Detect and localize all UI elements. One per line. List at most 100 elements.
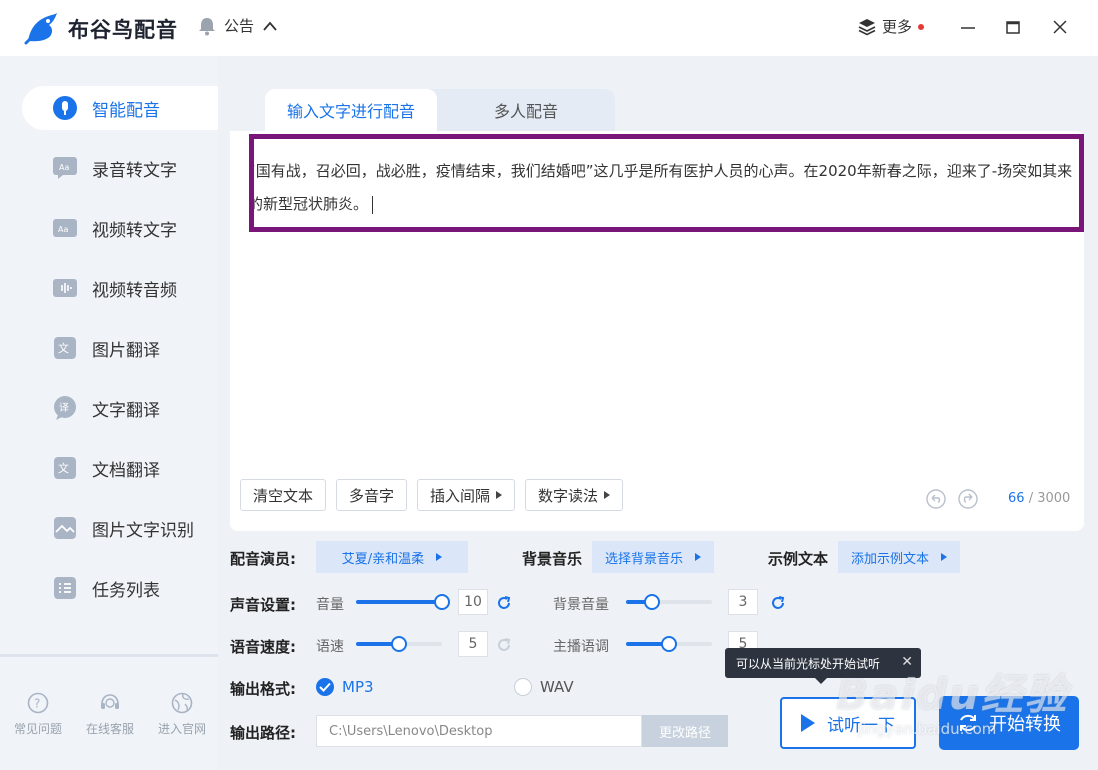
sidebar-item-label: 图片文字识别 [92,520,194,541]
svg-text:文: 文 [58,461,69,475]
play-icon [801,714,815,732]
caret-right-icon [941,553,947,561]
app-logo-icon [24,13,57,45]
text-editor[interactable]: “国有战，召必回，战必胜，疫情结束，我们结婚吧”这几乎是所有医护人员的心声。在2… [230,131,1084,531]
sidebar-item-task-list[interactable]: 任务列表 [22,566,218,610]
sidebar-item-video-to-text[interactable]: Aa 视频转文字 [22,206,218,250]
sidebar-item-image-translate[interactable]: 文 图片翻译 [22,326,218,370]
number-reading-button[interactable]: 数字读法 [525,479,624,511]
reset-volume-icon[interactable] [496,595,512,611]
smart-dub-icon [52,96,78,120]
speed-slider[interactable] [356,636,442,652]
minimize-icon [961,27,975,29]
doc-translate-icon: 文 [52,456,78,480]
more-label: 更多 [882,18,913,36]
sidebar-item-label: 视频转音频 [92,280,177,301]
pitch-slider[interactable] [626,636,712,652]
maximize-button[interactable] [1000,14,1026,40]
close-button[interactable] [1047,14,1073,40]
bg-volume-slider[interactable] [626,594,712,610]
polyphone-label: 多音字 [349,486,395,505]
format-wav-radio[interactable]: WAV [514,678,574,696]
sidebar-item-smart-dub[interactable]: 智能配音 [22,86,220,130]
task-list-icon [52,576,78,600]
website-icon [171,692,193,714]
svg-text:译: 译 [59,402,69,414]
sidebar-item-label: 图片翻译 [92,340,160,361]
sidebar-item-audio-to-text[interactable]: Aa 录音转文字 [22,146,218,190]
speed-value[interactable]: 5 [458,631,488,657]
output-path-input[interactable]: C:\Users\Lenovo\Desktop [316,715,642,747]
sidebar-item-video-to-audio[interactable]: 视频转音频 [22,266,218,310]
chevron-up-icon [263,21,277,31]
faq-icon: ? [27,692,49,714]
sample-text-value: 添加示例文本 [850,551,929,567]
volume-label: 音量 [316,597,344,613]
format-mp3-radio[interactable]: MP3 [316,678,374,696]
speed-sub-label: 语速 [316,639,344,655]
notification-dot [918,23,925,30]
sidebar-item-label: 智能配音 [92,100,160,121]
caret-right-icon [436,553,443,561]
sidebar: 智能配音 Aa 录音转文字 Aa 视频转文字 视频转音频 文 图片翻译 译 文字… [0,56,220,770]
bgm-select[interactable]: 选择背景音乐 [592,541,714,573]
customer-service-button[interactable]: 在线客服 [78,692,142,737]
slider-knob[interactable] [643,594,660,610]
website-label: 进入官网 [157,722,206,736]
insert-pause-label: 插入间隔 [430,486,491,505]
change-path-button[interactable]: 更改路径 [642,715,728,747]
try-listen-button[interactable]: 试听一下 [780,697,916,749]
speed-label: 语音速度: [230,638,296,656]
slider-knob[interactable] [434,594,450,610]
clear-text-button[interactable]: 清空文本 [240,479,327,511]
tooltip-close-icon[interactable]: ✕ [901,654,913,670]
volume-slider[interactable] [356,594,450,610]
more-button[interactable]: 更多 [858,16,925,37]
svg-text:文: 文 [58,341,69,355]
voice-actor-value: 艾夏/亲和温柔 [341,551,425,567]
format-label: 输出格式: [230,680,296,698]
slider-knob[interactable] [391,636,407,652]
sidebar-item-doc-translate[interactable]: 文 文档翻译 [22,446,218,490]
ocr-icon [52,516,78,540]
notice-label: 公告 [224,17,255,35]
minimize-button[interactable] [955,14,981,40]
editor-toolbar: 清空文本 多音字 插入间隔 数字读法 [240,479,624,511]
redo-icon[interactable] [958,489,978,509]
faq-button[interactable]: ? 常见问题 [6,692,70,737]
editor-text[interactable]: “国有战，召必回，战必胜，疫情结束，我们结婚吧”这几乎是所有医护人员的心声。在2… [248,155,1074,221]
text-caret [372,195,374,214]
convert-icon [960,714,976,732]
polyphone-button[interactable]: 多音字 [336,479,408,511]
insert-pause-button[interactable]: 插入间隔 [417,479,516,511]
sidebar-item-ocr[interactable]: 图片文字识别 [22,506,218,550]
format-mp3-label: MP3 [342,678,374,696]
voice-actor-select[interactable]: 艾夏/亲和温柔 [316,541,468,573]
tab-multi-dubbing[interactable]: 多人配音 [437,89,615,131]
app-name: 布谷鸟配音 [68,18,178,42]
undo-icon[interactable] [926,489,946,509]
svg-text:Aa: Aa [58,225,68,234]
reset-speed-icon[interactable] [496,637,512,653]
tooltip-arrow [815,678,827,684]
bg-volume-value[interactable]: 3 [728,589,758,615]
start-convert-button[interactable]: 开始转换 [939,696,1079,750]
undo-redo-group [926,489,978,509]
slider-knob[interactable] [661,636,677,652]
notice-button[interactable]: 公告 [198,15,278,36]
sample-text-select[interactable]: 添加示例文本 [838,541,960,573]
svg-text:?: ? [34,697,40,711]
bgm-value: 选择背景音乐 [604,551,683,567]
sidebar-item-label: 录音转文字 [92,160,177,181]
char-count: 66 [1008,491,1025,506]
reset-bg-volume-icon[interactable] [770,595,786,611]
sidebar-item-text-translate[interactable]: 译 文字翻译 [22,386,218,430]
start-convert-label: 开始转换 [989,714,1061,735]
volume-value[interactable]: 10 [458,589,488,615]
layers-icon [858,18,876,35]
pitch-label: 主播语调 [553,639,609,655]
video-to-text-icon: Aa [52,216,78,240]
website-button[interactable]: 进入官网 [150,692,214,737]
tab-text-dubbing[interactable]: 输入文字进行配音 [265,89,437,131]
sample-text-label: 示例文本 [768,550,829,568]
